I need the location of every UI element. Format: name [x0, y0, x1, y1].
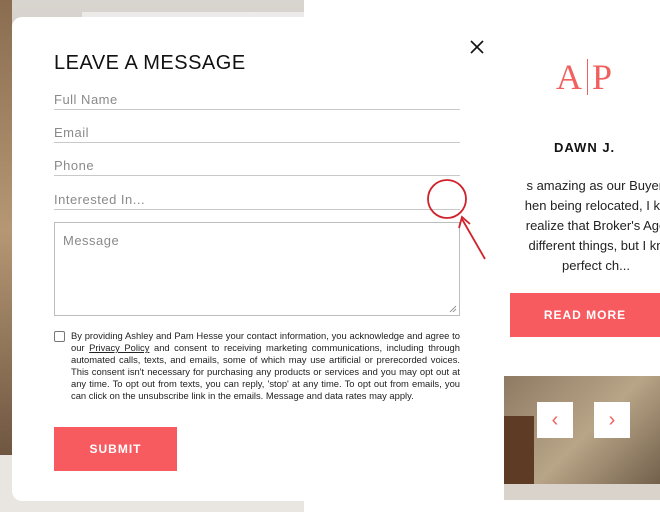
email-input[interactable]: [54, 125, 460, 140]
carousel-next-button[interactable]: ›: [594, 402, 630, 438]
resize-grip-icon[interactable]: [449, 305, 457, 313]
quote-line: hen being relocated, I kn: [524, 198, 660, 213]
modal-title: LEAVE A MESSAGE: [54, 52, 246, 74]
close-icon: [470, 40, 484, 54]
chevron-right-icon: ›: [608, 408, 616, 431]
submit-button[interactable]: SUBMIT: [54, 427, 177, 471]
quote-line: perfect ch...: [562, 258, 630, 273]
reviewer-name: DAWN J.: [554, 140, 616, 155]
carousel-prev-button[interactable]: ‹: [537, 402, 573, 438]
full-name-field[interactable]: [54, 90, 460, 110]
quote-line: realize that Broker's Age: [525, 218, 660, 233]
full-name-input[interactable]: [54, 92, 460, 107]
interested-in-input[interactable]: [54, 192, 460, 207]
interested-in-field[interactable]: [54, 190, 460, 210]
testimonial-quote: s amazing as our Buyer' hen being reloca…: [496, 176, 660, 276]
consent-text: By providing Ashley and Pam Hesse your c…: [71, 330, 460, 401]
message-textarea[interactable]: [55, 223, 459, 315]
quote-line: different things, but I kn: [528, 238, 660, 253]
consent-checkbox[interactable]: [54, 331, 65, 342]
privacy-policy-link[interactable]: Privacy Policy: [89, 342, 149, 353]
background-wood-edge: [0, 0, 12, 512]
phone-input[interactable]: [54, 158, 460, 173]
brand-logo[interactable]: AP: [556, 56, 613, 99]
message-field[interactable]: [54, 222, 460, 316]
photo-floor: [504, 484, 660, 500]
testimonial-photo: [504, 376, 660, 500]
quote-line: s amazing as our Buyer': [526, 178, 660, 193]
phone-field[interactable]: [54, 156, 460, 176]
email-field[interactable]: [54, 123, 460, 143]
close-button[interactable]: [465, 35, 489, 59]
read-more-button[interactable]: READ MORE: [510, 293, 660, 337]
chevron-left-icon: ‹: [551, 408, 559, 431]
